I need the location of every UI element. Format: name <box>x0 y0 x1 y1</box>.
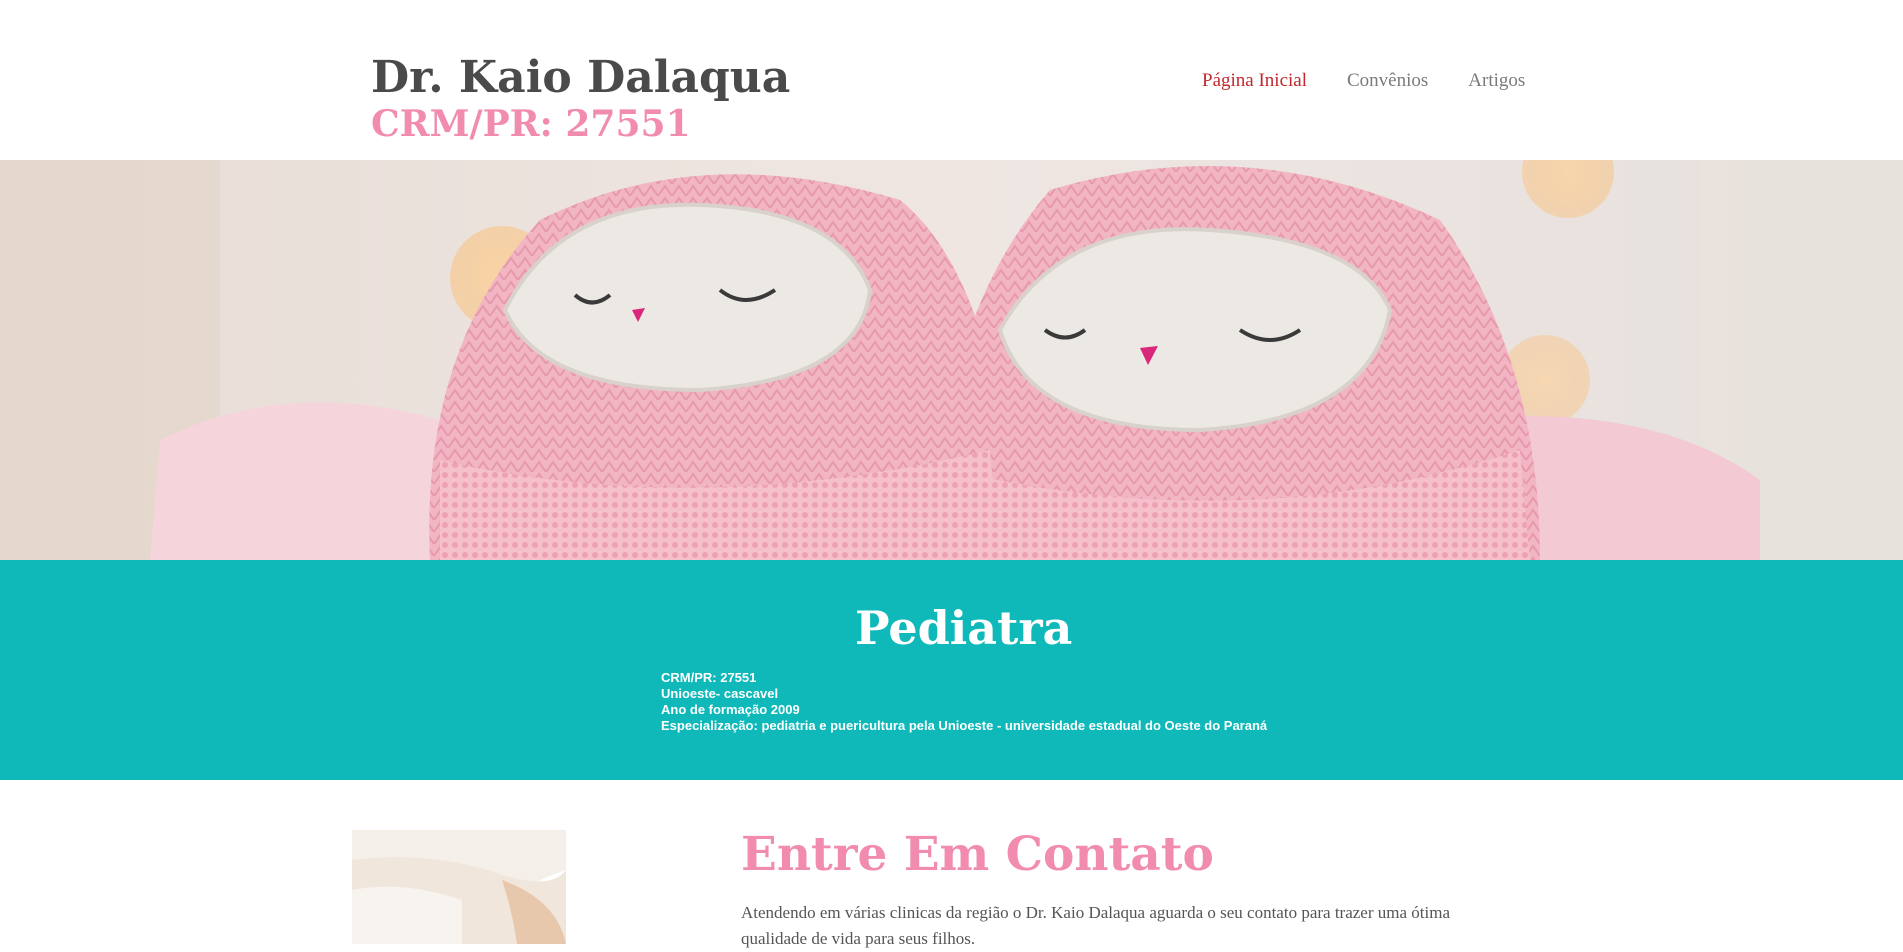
detail-university: Unioeste- cascavel <box>661 686 779 701</box>
detail-graduation-year: Ano de formação 2009 <box>661 702 800 717</box>
specialty-title: Pediatra <box>855 601 1073 655</box>
nav-item-convenios[interactable]: Convênios <box>1347 70 1428 92</box>
nav-item-pagina-inicial[interactable]: Página Inicial <box>1202 70 1307 92</box>
main-nav: Página Inicial Convênios Artigos <box>1202 70 1525 92</box>
nav-item-artigos[interactable]: Artigos <box>1468 70 1525 92</box>
site-crm-subtitle: CRM/PR: 27551 <box>371 103 691 145</box>
contact-photo <box>352 830 566 944</box>
site-title[interactable]: Dr. Kaio Dalaqua <box>371 50 790 106</box>
detail-specialization: Especialização: pediatria e puericultura… <box>661 718 1268 733</box>
detail-crm: CRM/PR: 27551 <box>661 670 757 685</box>
contact-title: Entre Em Contato <box>741 827 1214 882</box>
doctor-details: CRM/PR: 27551 Unioeste- cascavel Ano de … <box>661 670 1267 734</box>
site-header: Dr. Kaio Dalaqua CRM/PR: 27551 Página In… <box>0 0 1903 160</box>
hero-banner-image <box>0 160 1903 560</box>
contact-text: Atendendo em várias clinicas da região o… <box>741 903 1450 948</box>
